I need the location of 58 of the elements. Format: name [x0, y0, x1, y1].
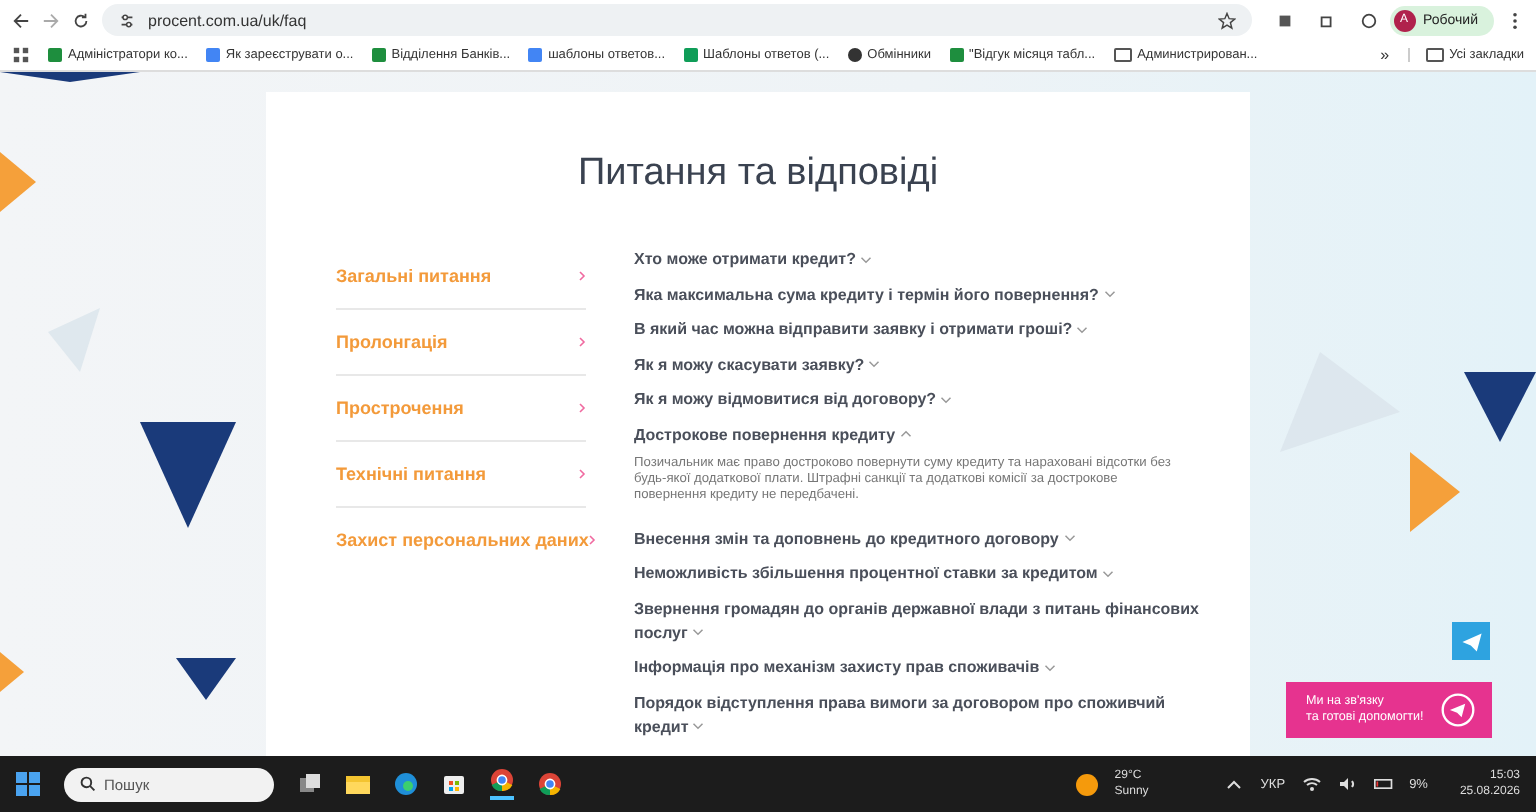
- telegram-button[interactable]: [1452, 622, 1490, 660]
- reload-icon[interactable]: [72, 11, 90, 29]
- triangle-shape: [0, 652, 24, 692]
- faq-question[interactable]: Яка максимальна сума кредиту і термін його повернення?: [634, 283, 1204, 307]
- sun-icon: [1076, 773, 1099, 795]
- bookmark-star-icon[interactable]: [1217, 11, 1236, 29]
- faq-question[interactable]: Дострокове повернення кредиту: [634, 423, 1204, 447]
- caret-icon: [1103, 290, 1116, 299]
- faq-question[interactable]: Як я можу скасувати заявку?: [634, 353, 1204, 377]
- faq-question[interactable]: Внесення змін та доповнень до кредитного договору: [634, 527, 1204, 551]
- store-icon[interactable]: [442, 772, 466, 796]
- triangle-shape: [176, 658, 236, 700]
- caret-icon: [860, 255, 873, 264]
- triangle-shape: [0, 152, 36, 212]
- more-bookmarks-button[interactable]: »: [1380, 46, 1390, 64]
- caret-icon: [1076, 325, 1089, 334]
- search-icon: [80, 776, 96, 792]
- folder-icon[interactable]: [346, 772, 370, 796]
- triangle-shape: [1410, 452, 1460, 532]
- url-text: procent.com.ua/uk/faq: [148, 11, 309, 29]
- caret-icon: [1043, 663, 1056, 672]
- caret-icon: [868, 360, 881, 369]
- site-info-icon[interactable]: [118, 11, 136, 29]
- triangle-shape: [1464, 372, 1536, 442]
- faq-question[interactable]: Порядок відступлення права вимоги за договором про споживчий кредит: [634, 691, 1204, 739]
- caret-icon: [940, 395, 953, 404]
- telegram-icon: [1440, 692, 1476, 728]
- caret-icon: [899, 430, 912, 439]
- paper-plane-icon: [1459, 629, 1483, 653]
- speaker-icon[interactable]: [1337, 776, 1358, 792]
- wifi-icon[interactable]: [1301, 776, 1322, 792]
- caret-icon: [692, 628, 705, 637]
- faq-question[interactable]: Звернення громадян до органів державної влади з питань фінансових послуг: [634, 597, 1204, 645]
- faq-question[interactable]: Неможливість збільшення процентної ставки за кредитом: [634, 562, 1204, 586]
- faq-question[interactable]: В який час можна відправити заявку і отримати гроші?: [634, 318, 1204, 342]
- chevron-icon: [578, 336, 586, 348]
- faq-question[interactable]: Хто може отримати кредит?: [634, 248, 1204, 272]
- caret-icon: [1102, 569, 1115, 578]
- triangle-shape: [140, 422, 236, 528]
- task-view-icon[interactable]: [298, 772, 322, 796]
- faq-question[interactable]: Інформація про механізм захисту прав споживачів: [634, 656, 1204, 680]
- edge-browser-icon[interactable]: [394, 772, 418, 796]
- chevron-icon: [588, 534, 597, 546]
- address-bar[interactable]: procent.com.ua/uk/faq: [102, 4, 1252, 36]
- chevron-icon: [578, 270, 586, 282]
- battery-icon[interactable]: [1373, 776, 1394, 792]
- page-title: Питання та відповіді: [575, 152, 941, 196]
- caret-icon: [1063, 534, 1076, 543]
- apps-grid-icon[interactable]: [12, 46, 30, 64]
- faq-question[interactable]: Як я можу відмовитися від договору?: [634, 388, 1204, 412]
- chevron-icon: [578, 402, 586, 414]
- caret-icon: [692, 722, 705, 731]
- chevron-icon: [578, 468, 586, 480]
- windows-start-icon[interactable]: [16, 772, 40, 796]
- back-icon[interactable]: [12, 11, 30, 29]
- triangle-shape: [0, 72, 140, 82]
- chrome-icon[interactable]: [538, 772, 562, 796]
- chrome-icon[interactable]: [490, 768, 514, 800]
